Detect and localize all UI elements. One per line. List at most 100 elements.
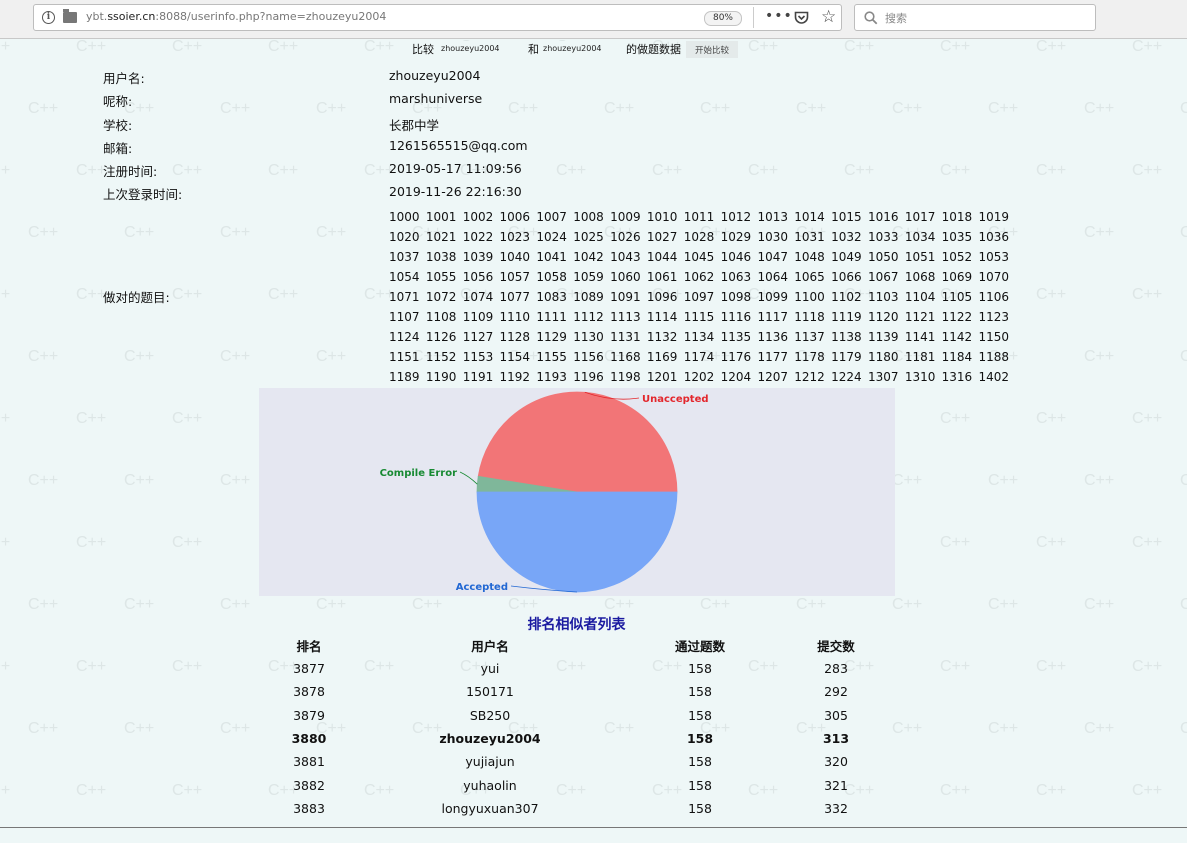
watermark-cpp: C++ xyxy=(1084,348,1115,365)
watermark-cpp: C++ xyxy=(796,100,827,117)
search-bar[interactable] xyxy=(854,4,1096,31)
watermark-cpp: C++ xyxy=(988,472,1019,489)
watermark-cpp: C++ xyxy=(172,534,203,551)
solved-problem-id: 1012 xyxy=(720,210,752,224)
rank-cell-user[interactable]: yuhaolin xyxy=(390,778,590,793)
watermark-cpp: C++ xyxy=(1036,534,1067,551)
solved-problem-id: 1310 xyxy=(904,370,936,384)
watermark-cpp: C++ xyxy=(28,472,59,489)
watermark-cpp: C++ xyxy=(412,596,443,613)
solved-problem-id: 1018 xyxy=(941,210,973,224)
rank-table-row: 3879 SB250 158 305 xyxy=(0,708,1187,730)
solved-problem-id: 1009 xyxy=(610,210,641,224)
rank-cell-user[interactable]: SB250 xyxy=(390,708,590,723)
solved-problem-id: 1056 xyxy=(462,270,494,284)
rank-cell-rank: 3882 xyxy=(293,777,325,793)
bookmark-star-icon[interactable]: ☆ xyxy=(821,7,836,27)
solved-problem-id: 1017 xyxy=(904,210,936,224)
header-username: 用户名 xyxy=(471,639,509,654)
rank-cell-user[interactable]: yui xyxy=(390,661,590,676)
rank-cell-solved: 158 xyxy=(686,730,714,746)
pie-slice-accepted[interactable] xyxy=(476,491,678,593)
solved-problem-id: 1402 xyxy=(978,370,1010,384)
solved-problem-id: 1153 xyxy=(462,350,494,364)
solved-problem-id: 1141 xyxy=(904,330,936,344)
url-text[interactable]: ybt.ssoier.cn:8088/userinfo.php?name=zho… xyxy=(86,10,386,23)
solved-problem-id: 1063 xyxy=(720,270,752,284)
zoom-level-badge[interactable]: 80% xyxy=(704,11,742,26)
watermark-cpp: C++ xyxy=(748,162,779,179)
solved-problem-id: 1212 xyxy=(794,370,825,384)
info-label: 学校: xyxy=(103,118,133,133)
solved-problem-id: 1139 xyxy=(867,330,899,344)
watermark-cpp: C++ xyxy=(1180,472,1187,489)
search-icon xyxy=(864,11,878,25)
info-value: zhouzeyu2004 xyxy=(389,68,481,83)
solved-problem-id: 1123 xyxy=(978,310,1010,324)
solved-problem-id: 1105 xyxy=(941,290,973,304)
compare-user-a-input[interactable] xyxy=(438,41,524,56)
address-bar[interactable]: i ybt.ssoier.cn:8088/userinfo.php?name=z… xyxy=(33,4,842,31)
rank-cell-user[interactable]: 150171 xyxy=(390,684,590,699)
browser-toolbar: i ybt.ssoier.cn:8088/userinfo.php?name=z… xyxy=(0,0,1187,39)
watermark-cpp: C++ xyxy=(28,596,59,613)
solved-problem-id: 1016 xyxy=(867,210,899,224)
watermark-cpp: C++ xyxy=(508,100,539,117)
pocket-icon[interactable] xyxy=(794,10,809,29)
watermark-cpp: C++ xyxy=(0,286,11,303)
watermark-cpp: C++ xyxy=(0,534,11,551)
divider xyxy=(753,7,754,28)
solved-problem-id: 1134 xyxy=(683,330,715,344)
rank-cell-submits: 320 xyxy=(824,754,848,770)
rank-cell-user[interactable]: zhouzeyu2004 xyxy=(390,731,590,746)
pie-label: Accepted xyxy=(456,582,508,593)
solved-problem-id: 1032 xyxy=(831,230,862,244)
start-compare-button[interactable]: 开始比较 xyxy=(686,41,739,58)
solved-problem-id: 1062 xyxy=(683,270,715,284)
watermark-cpp: C++ xyxy=(652,162,683,179)
rank-cell-submits: 332 xyxy=(824,800,848,816)
solved-problem-id: 1201 xyxy=(646,370,678,384)
solved-problem-id: 1156 xyxy=(573,350,604,364)
info-icon[interactable]: i xyxy=(42,11,55,24)
solved-problem-id: 1070 xyxy=(978,270,1010,284)
watermark-cpp: C++ xyxy=(28,100,59,117)
search-input[interactable] xyxy=(883,9,1087,27)
solved-problem-id: 1191 xyxy=(462,370,494,384)
solved-problem-id: 1065 xyxy=(794,270,825,284)
solved-problem-id: 1021 xyxy=(425,230,457,244)
rank-cell-solved: 158 xyxy=(688,684,712,700)
info-label: 上次登录时间: xyxy=(103,187,183,202)
pie-leader-line xyxy=(459,471,478,485)
solved-problem-id: 1040 xyxy=(499,250,531,264)
solved-problem-id: 1176 xyxy=(720,350,752,364)
solved-problem-id: 1025 xyxy=(573,230,604,244)
solved-problem-id: 1184 xyxy=(941,350,973,364)
compare-user-b-input[interactable] xyxy=(540,41,624,56)
solved-problem-id: 1038 xyxy=(425,250,457,264)
rank-table-row: 3882 yuhaolin 158 321 xyxy=(0,778,1187,800)
info-label: 用户名: xyxy=(103,71,145,86)
pie-slice-unaccepted[interactable] xyxy=(477,391,678,493)
rank-cell-user[interactable]: yujiajun xyxy=(390,754,590,769)
solved-problem-id: 1178 xyxy=(794,350,825,364)
rank-cell-rank: 3881 xyxy=(293,754,325,770)
solved-problem-id: 1168 xyxy=(610,350,641,364)
solved-problem-id: 1041 xyxy=(536,250,567,264)
solved-problem-id: 1100 xyxy=(794,290,825,304)
watermark-cpp: C++ xyxy=(700,100,731,117)
watermark-cpp: C++ xyxy=(844,38,875,55)
solved-problem-id: 1069 xyxy=(941,270,973,284)
solved-problem-id: 1047 xyxy=(757,250,788,264)
solved-problem-id: 1022 xyxy=(462,230,494,244)
solved-problem-id: 1129 xyxy=(536,330,567,344)
more-actions-icon[interactable]: ••• xyxy=(765,8,793,24)
watermark-cpp: C++ xyxy=(28,348,59,365)
solved-problem-id: 1002 xyxy=(462,210,494,224)
rank-cell-solved: 158 xyxy=(688,800,712,816)
solved-problem-id: 1029 xyxy=(720,230,752,244)
rank-table-row: 3881 yujiajun 158 320 xyxy=(0,754,1187,776)
rank-cell-user[interactable]: longyuxuan307 xyxy=(390,801,590,816)
watermark-cpp: C++ xyxy=(220,472,251,489)
watermark-cpp: C++ xyxy=(316,348,347,365)
